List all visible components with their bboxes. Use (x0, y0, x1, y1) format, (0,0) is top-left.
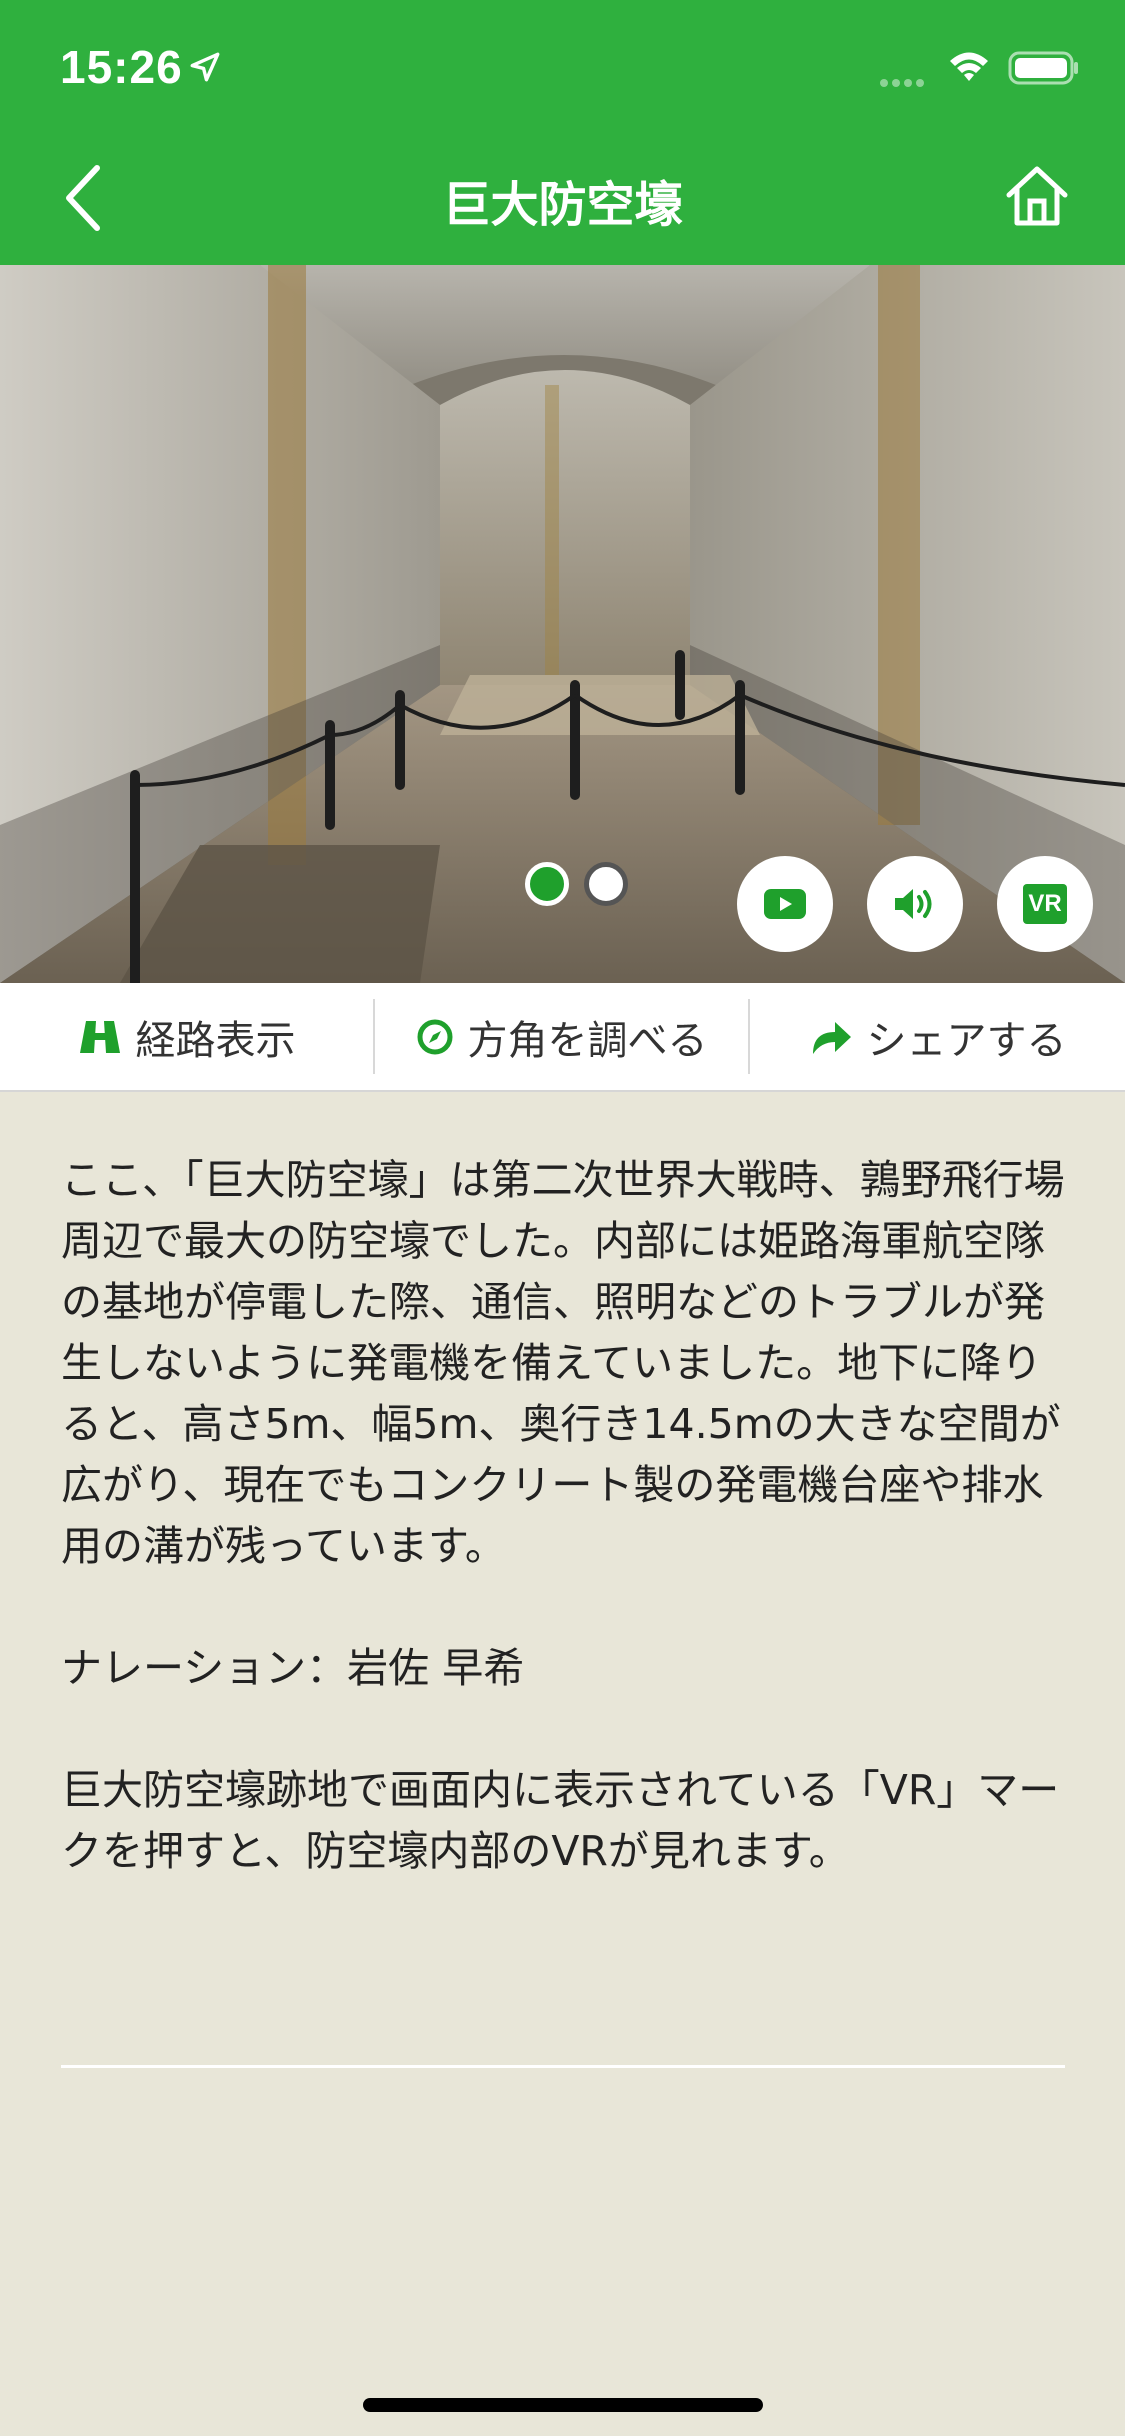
status-time: 15:26 (60, 41, 183, 93)
vr-icon: VR (1023, 884, 1067, 924)
home-indicator (363, 2398, 763, 2412)
direction-label: 方角を調べる (467, 1017, 708, 1064)
speaker-icon (895, 889, 932, 919)
description-text: ここ、「巨大防空壕」は第二次世界大戦時、鶉野飛行場周辺で最大の防空壕でした。内部… (61, 1156, 1065, 1570)
location-arrow-icon (190, 52, 220, 82)
video-play-icon (764, 889, 806, 919)
audio-button[interactable] (867, 856, 963, 952)
share-button[interactable]: シェアする (750, 983, 1125, 1090)
app-header: 15:26 巨大防空壕 (0, 0, 1125, 265)
route-icon (79, 1020, 120, 1053)
carousel-dot-active[interactable] (525, 862, 569, 906)
vr-button[interactable]: VR (997, 856, 1093, 952)
video-button[interactable] (737, 856, 833, 952)
action-bar: 経路表示 方角を調べる シェアする (0, 983, 1125, 1092)
cellular-signal-icon (880, 72, 928, 91)
carousel-dot[interactable] (584, 862, 628, 906)
share-arrow-icon (812, 1021, 851, 1054)
description-section: ここ、「巨大防空壕」は第二次世界大戦時、鶉野飛行場周辺で最大の防空壕でした。内部… (61, 1150, 1071, 1882)
route-button[interactable]: 経路表示 (0, 983, 373, 1090)
battery-icon (1008, 51, 1078, 85)
content-divider (61, 2065, 1065, 2068)
direction-button[interactable]: 方角を調べる (375, 983, 748, 1090)
home-button[interactable] (1003, 163, 1071, 229)
shelter-photo[interactable]: VR (0, 265, 1125, 983)
vr-note: 巨大防空壕跡地で画面内に表示されている「VR」マークを押すと、防空壕内部のVRが… (61, 1766, 1060, 1875)
compass-icon (417, 1019, 452, 1054)
vr-icon-label: VR (1028, 890, 1062, 917)
narration-credit: ナレーション：岩佐 早希 (61, 1644, 525, 1692)
route-label: 経路表示 (135, 1017, 296, 1064)
share-label: シェアする (866, 1017, 1067, 1064)
wifi-icon (950, 52, 988, 81)
page-title: 巨大防空壕 (442, 177, 683, 233)
